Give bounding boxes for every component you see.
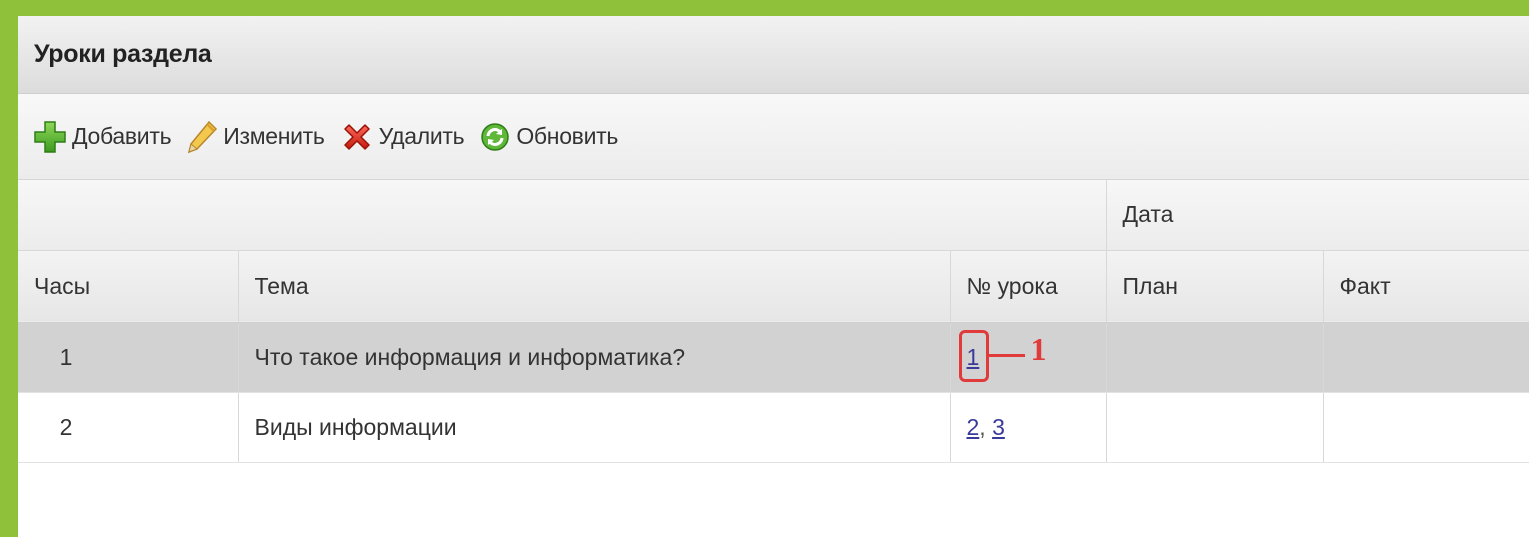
pencil-icon	[188, 120, 218, 153]
add-button[interactable]: Добавить	[32, 119, 172, 155]
refresh-icon	[481, 122, 510, 151]
col-header-plan[interactable]: План	[1106, 250, 1324, 323]
cell-plan	[1106, 392, 1324, 463]
table-header-row: Часы Тема № урока План Факт	[18, 250, 1529, 323]
col-header-topic[interactable]: Тема	[238, 250, 951, 323]
hours-value: 1	[59, 343, 73, 370]
group-header-blank	[18, 180, 1107, 251]
cell-hours: 1	[18, 322, 239, 393]
cell-lesson-number: 1 1	[950, 322, 1107, 393]
delete-button-label: Удалить	[378, 123, 465, 149]
table-row[interactable]: 1 Что такое информация и информатика? 1 …	[18, 322, 1529, 393]
col-header-fact[interactable]: Факт	[1323, 250, 1529, 323]
cell-fact	[1323, 392, 1529, 463]
lesson-link[interactable]: 3	[992, 414, 1005, 440]
col-header-lesson-number[interactable]: № урока	[950, 250, 1107, 323]
table-row[interactable]: 2 Виды информации 2, 3	[18, 392, 1529, 463]
callout-label: 1	[1030, 330, 1047, 367]
panel-title: Уроки раздела	[34, 40, 212, 68]
lesson-separator: ,	[979, 413, 993, 440]
add-button-label: Добавить	[72, 123, 172, 149]
edit-button[interactable]: Изменить	[185, 119, 325, 155]
empty-area	[18, 462, 1529, 537]
lesson-link[interactable]: 2	[967, 414, 980, 440]
cell-topic: Виды информации	[238, 392, 951, 463]
cell-fact	[1323, 322, 1529, 393]
cell-hours: 2	[18, 392, 239, 463]
toolbar: Добавить Изменить Удалить Обновить	[18, 94, 1529, 180]
lessons-panel: Уроки раздела Добавить Изменить Удалить …	[18, 16, 1529, 537]
date-group-header: Дата	[1106, 180, 1529, 251]
hours-value: 2	[59, 413, 73, 440]
edit-button-label: Изменить	[223, 123, 325, 149]
col-header-hours[interactable]: Часы	[18, 250, 239, 323]
panel-header: Уроки раздела	[18, 16, 1529, 94]
cell-lesson-number: 2, 3	[950, 392, 1107, 463]
x-icon	[343, 123, 370, 150]
plus-icon	[34, 120, 66, 153]
callout-highlight-box	[958, 329, 989, 382]
refresh-button[interactable]: Обновить	[478, 119, 618, 155]
delete-button[interactable]: Удалить	[339, 119, 465, 155]
table-group-header-row: Дата	[18, 180, 1529, 251]
cell-plan	[1106, 322, 1324, 393]
cell-topic: Что такое информация и информатика?	[238, 322, 951, 393]
refresh-button-label: Обновить	[516, 123, 619, 149]
lessons-table: Дата Часы Тема № урока План Факт 1 Что т…	[18, 180, 1529, 463]
callout-line	[988, 353, 1025, 357]
